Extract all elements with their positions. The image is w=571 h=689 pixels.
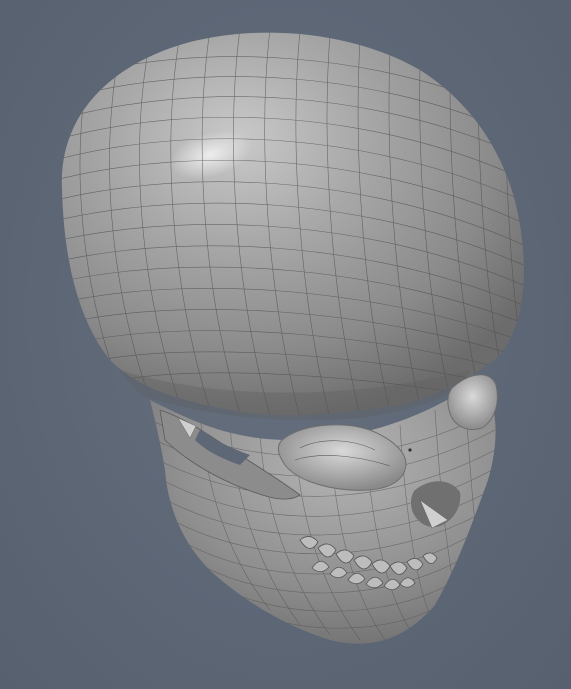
3d-viewport[interactable] — [0, 0, 571, 689]
cranium — [61, 32, 524, 416]
skull-model[interactable] — [0, 0, 571, 689]
